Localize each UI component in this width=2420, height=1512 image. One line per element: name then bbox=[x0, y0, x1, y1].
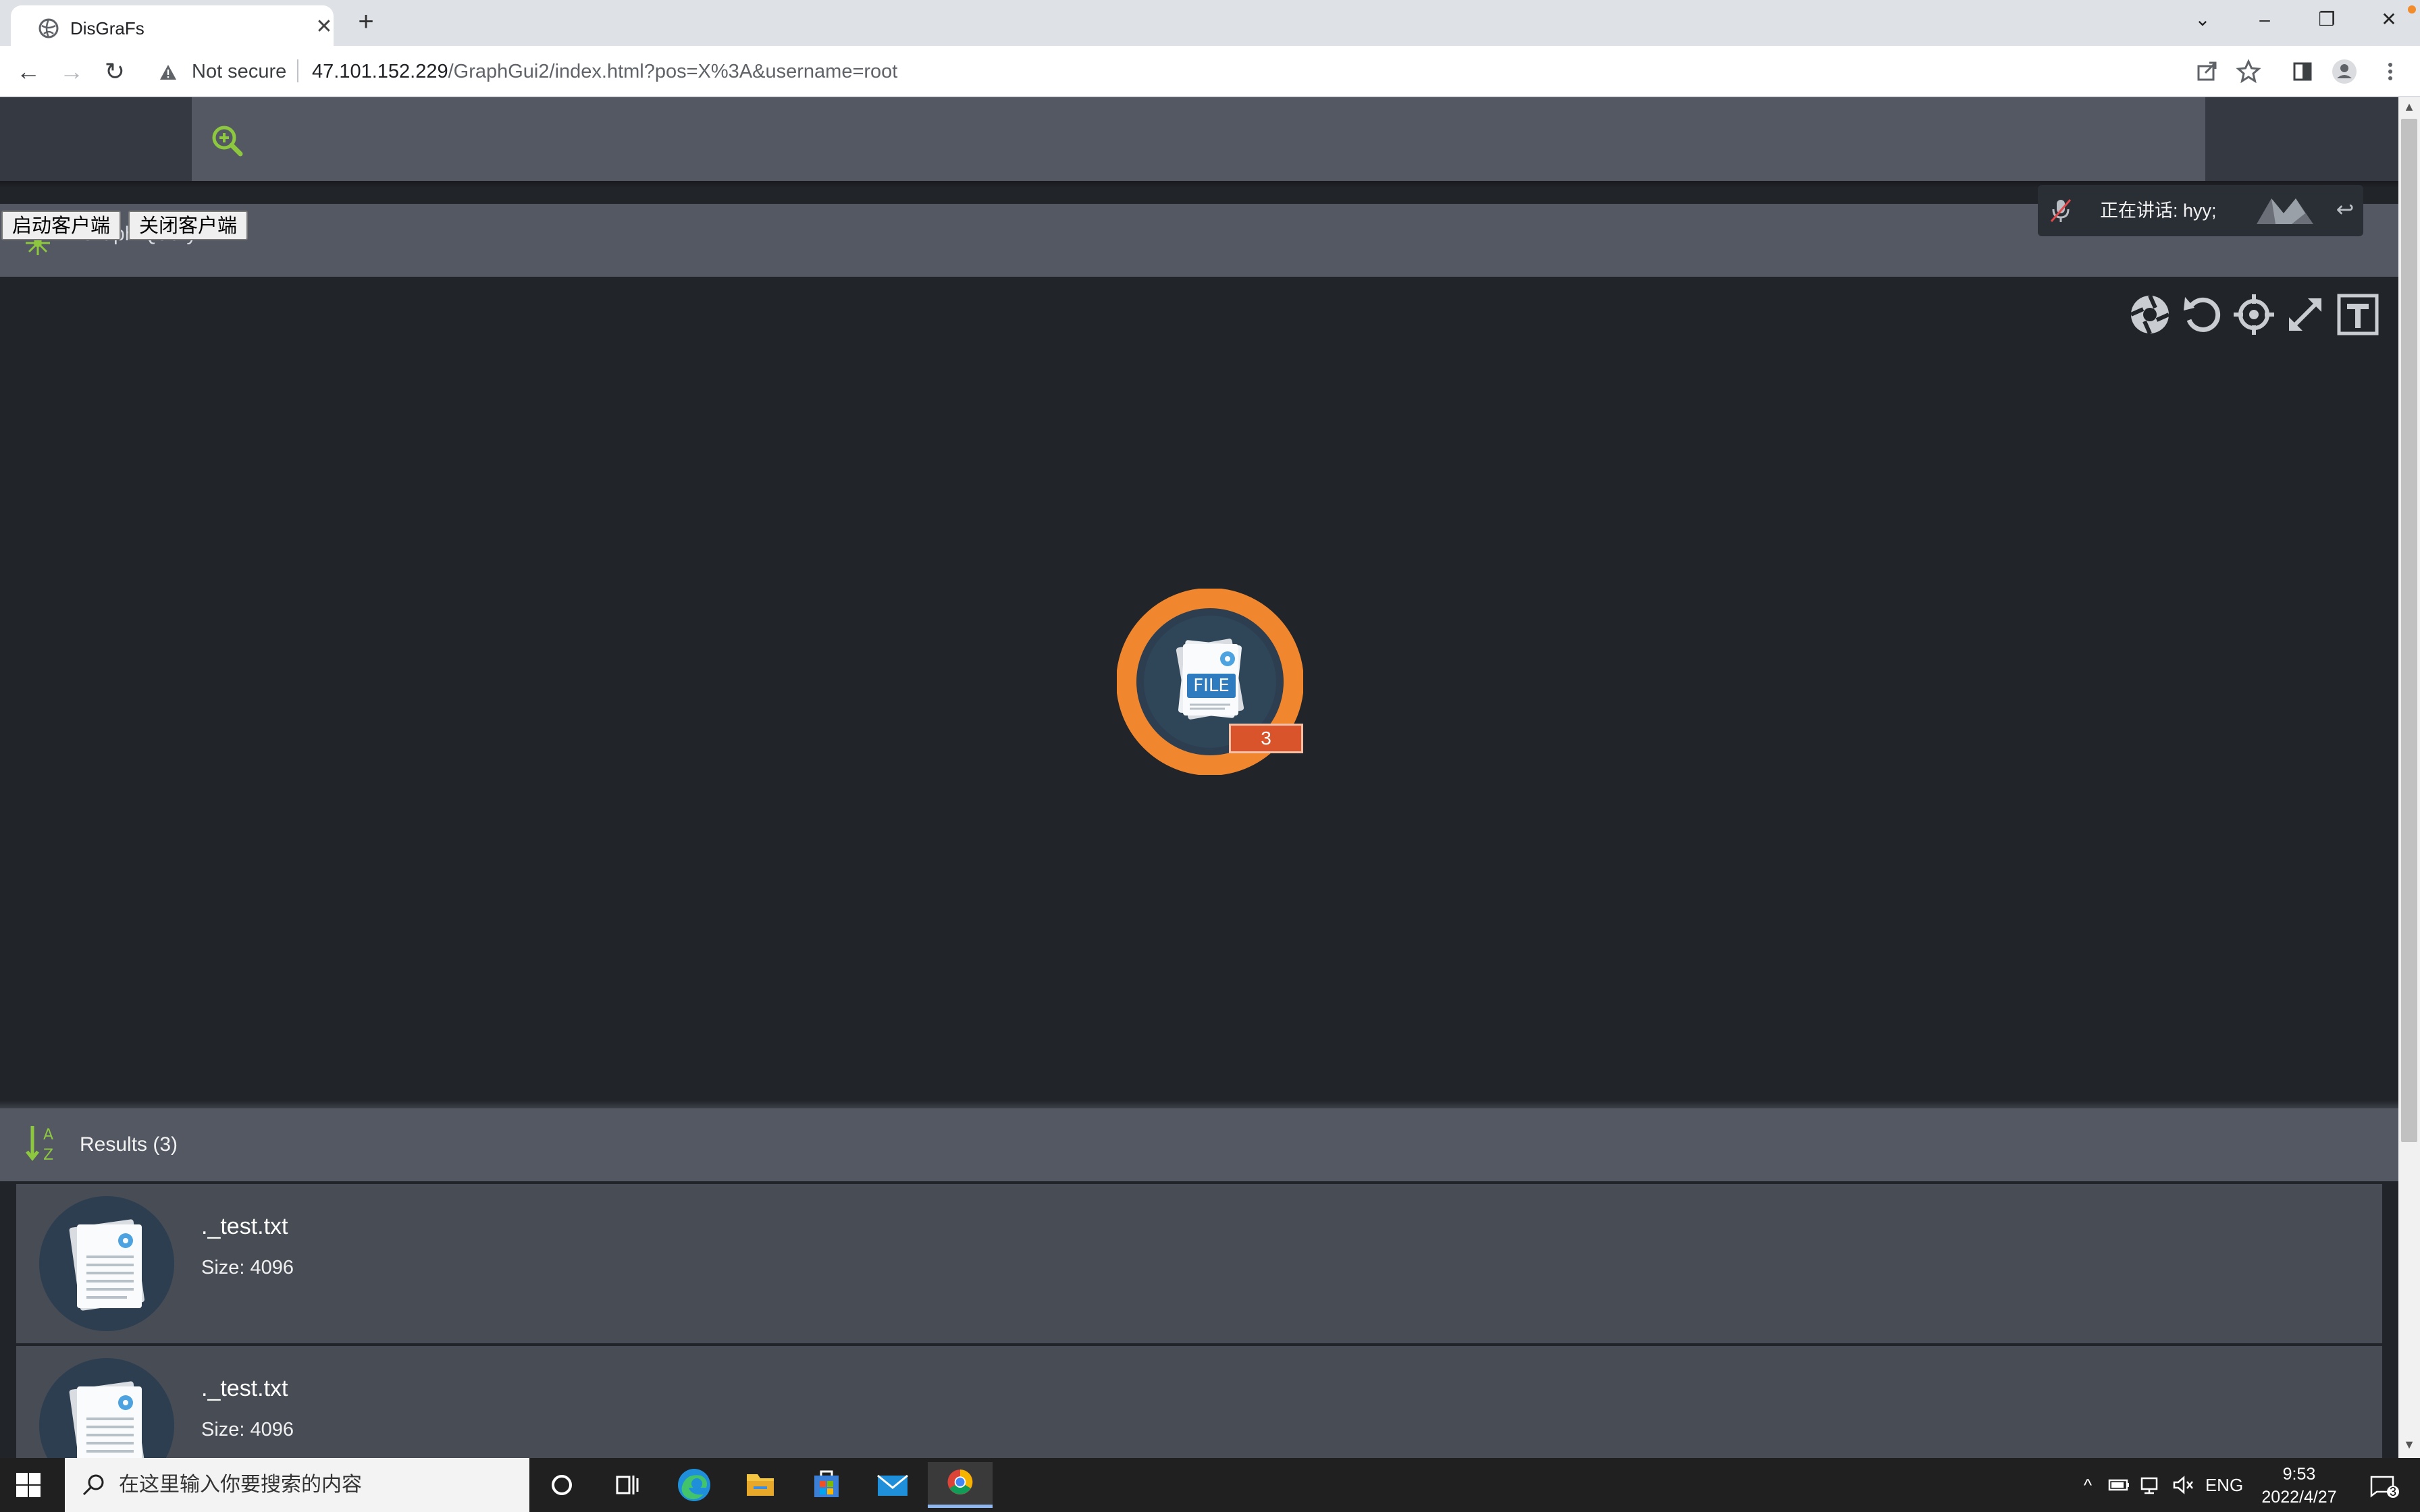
tab-title: DisGraFs bbox=[70, 18, 144, 38]
file-document-icon bbox=[39, 1196, 174, 1331]
more-menu-icon[interactable] bbox=[2375, 57, 2405, 86]
mail-icon[interactable] bbox=[860, 1462, 925, 1508]
url-path: /GraphGui2/index.html?pos=X%3A&username=… bbox=[448, 61, 898, 82]
battery-icon[interactable] bbox=[2105, 1472, 2132, 1498]
svg-text:Z: Z bbox=[43, 1147, 53, 1164]
file-node-label: FILE bbox=[1193, 676, 1230, 696]
node-count-badge: 3 bbox=[1229, 724, 1303, 753]
url-text[interactable]: 47.101.152.229/GraphGui2/index.html?pos=… bbox=[312, 59, 897, 84]
voice-chat-panel: 正在讲话: hyy; ↩ bbox=[2038, 185, 2363, 236]
speaker-avatar bbox=[2257, 198, 2313, 224]
network-icon[interactable] bbox=[2138, 1472, 2165, 1498]
result-list-item[interactable]: ._test.txt Size: 4096 bbox=[16, 1346, 2382, 1458]
fullscreen-expand-icon[interactable] bbox=[2281, 290, 2330, 339]
result-file-name: ._test.txt bbox=[201, 1214, 288, 1239]
start-client-button[interactable]: 启动客户端 bbox=[1, 211, 122, 240]
bookmark-star-icon[interactable] bbox=[2234, 57, 2263, 86]
web-page: Graph Query 启动客户端 关闭客户端 正在讲话: hyy; ↩ bbox=[0, 97, 2398, 1458]
chrome-browser-icon[interactable] bbox=[928, 1462, 993, 1508]
scroll-up-arrow-icon[interactable]: ▲ bbox=[2401, 100, 2417, 116]
mic-muted-icon[interactable] bbox=[2049, 197, 2073, 224]
new-tab-button[interactable]: + bbox=[351, 7, 381, 36]
voice-status-text: 正在讲话: hyy; bbox=[2100, 200, 2217, 221]
close-client-button[interactable]: 关闭客户端 bbox=[128, 211, 248, 240]
globe-icon bbox=[38, 18, 59, 38]
results-count-label: Results (3) bbox=[80, 1133, 178, 1156]
search-icon bbox=[82, 1474, 104, 1496]
file-explorer-icon[interactable] bbox=[728, 1462, 793, 1508]
svg-text:A: A bbox=[43, 1127, 53, 1143]
microsoft-store-icon[interactable] bbox=[794, 1462, 859, 1508]
browser-tab[interactable]: DisGraFs ✕ bbox=[11, 5, 334, 46]
back-button[interactable]: ← bbox=[9, 54, 47, 89]
clock-date[interactable]: 2022/4/27 bbox=[2236, 1486, 2362, 1508]
zoom-in-icon[interactable] bbox=[209, 123, 244, 158]
profile-avatar-icon[interactable] bbox=[2330, 57, 2359, 86]
reload-button[interactable]: ↻ bbox=[96, 54, 134, 89]
result-list-item[interactable]: ._test.txt Size: 4096 bbox=[16, 1184, 2382, 1343]
windows-taskbar: 在这里输入你要搜索的内容 ^ ENG 9:53 2022/4/27 3 bbox=[0, 1458, 2420, 1512]
volume-muted-icon[interactable] bbox=[2170, 1472, 2197, 1498]
tray-overflow-icon[interactable]: ^ bbox=[2074, 1472, 2101, 1498]
warning-icon bbox=[160, 65, 176, 80]
url-host: 47.101.152.229 bbox=[312, 61, 448, 82]
result-file-size: Size: 4096 bbox=[201, 1257, 294, 1278]
results-shadow bbox=[0, 1100, 2398, 1108]
address-bar[interactable]: Not secure 47.101.152.229/GraphGui2/inde… bbox=[147, 54, 2247, 89]
text-label-toggle-icon[interactable] bbox=[2334, 290, 2382, 339]
search-placeholder: 在这里输入你要搜索的内容 bbox=[119, 1473, 362, 1496]
forward-button[interactable]: → bbox=[53, 54, 90, 89]
cortana-icon[interactable] bbox=[529, 1462, 594, 1508]
update-dot-icon bbox=[2408, 5, 2416, 14]
tab-search-icon[interactable]: ⌄ bbox=[2172, 0, 2234, 39]
result-file-size: Size: 4096 bbox=[201, 1419, 294, 1440]
scroll-down-arrow-icon[interactable]: ▼ bbox=[2401, 1438, 2417, 1454]
restore-button[interactable]: ❐ bbox=[2296, 0, 2358, 39]
notification-count-badge: 3 bbox=[2389, 1485, 2396, 1498]
result-file-name: ._test.txt bbox=[201, 1376, 288, 1401]
reply-arrow-icon[interactable]: ↩ bbox=[2332, 196, 2358, 223]
task-view-icon[interactable] bbox=[594, 1462, 659, 1508]
layout-cluster-icon[interactable] bbox=[2126, 290, 2174, 339]
windows-start-icon[interactable] bbox=[15, 1472, 42, 1498]
side-panel-icon[interactable] bbox=[2288, 57, 2317, 86]
reset-refresh-icon[interactable] bbox=[2178, 290, 2227, 339]
scrollbar-thumb[interactable] bbox=[2401, 119, 2417, 1142]
url-divider bbox=[297, 59, 298, 82]
tab-close-icon[interactable]: ✕ bbox=[312, 15, 336, 39]
top-navigation-search-area bbox=[192, 97, 2205, 181]
file-document-icon bbox=[39, 1358, 174, 1458]
edge-browser-icon[interactable] bbox=[662, 1462, 727, 1508]
not-secure-label[interactable]: Not secure bbox=[192, 59, 286, 84]
center-target-icon[interactable] bbox=[2230, 290, 2278, 339]
sort-az-icon[interactable]: A Z bbox=[24, 1123, 59, 1164]
share-icon[interactable] bbox=[2192, 57, 2221, 86]
taskbar-search-box[interactable]: 在这里输入你要搜索的内容 bbox=[65, 1458, 529, 1512]
clock-time[interactable]: 9:53 bbox=[2236, 1463, 2362, 1485]
minimize-button[interactable]: – bbox=[2234, 0, 2296, 39]
results-header bbox=[0, 1108, 2398, 1181]
